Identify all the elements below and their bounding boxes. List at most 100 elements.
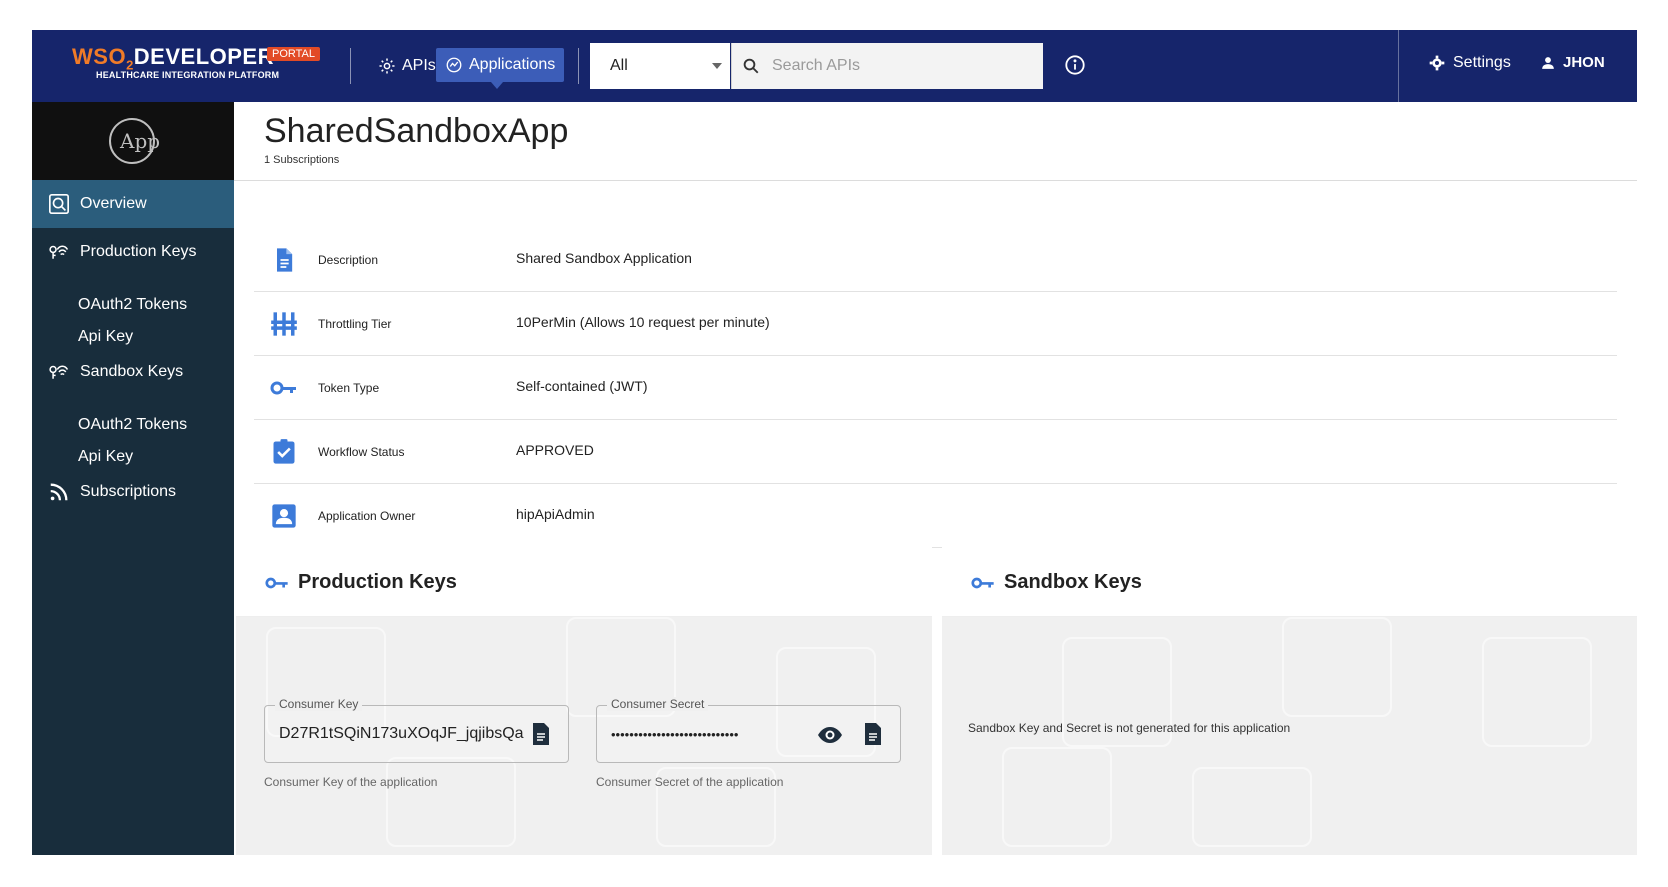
background-decoration — [1192, 767, 1312, 847]
owner-icon — [272, 504, 296, 528]
detail-row-workflow-status: Workflow Status APPROVED — [254, 420, 1617, 484]
brand-badge: PORTAL — [267, 47, 320, 61]
card-body: Consumer Key D27R1tSQiN173uXOqJF_jqjibsQ… — [236, 617, 932, 855]
key-icon — [971, 577, 994, 589]
detail-row-token-type: Token Type Self-contained (JWT) — [254, 356, 1617, 420]
app-logo: App — [109, 118, 160, 164]
consumer-key-value: D27R1tSQiN173uXOqJF_jqjibsQa — [279, 725, 524, 742]
gear-icon — [379, 58, 395, 74]
brand-prefix: WSO — [72, 44, 127, 69]
sidebar-item-production-api-key[interactable]: Api Key — [78, 328, 133, 346]
account-area: Settings JHON — [1398, 30, 1637, 102]
brand-logo[interactable]: WSO2DEVELOPER PORTAL HEALTHCARE INTEGRAT… — [72, 42, 332, 90]
page-title: SharedSandboxApp — [264, 112, 569, 150]
app-logo-text: App — [120, 129, 161, 153]
nav-applications[interactable]: Applications — [436, 48, 565, 89]
consumer-key-field[interactable]: Consumer Key D27R1tSQiN173uXOqJF_jqjibsQ… — [264, 697, 569, 763]
divider — [234, 180, 1637, 181]
detail-label: Application Owner — [318, 509, 416, 523]
background-decoration — [386, 757, 516, 847]
user-icon — [1542, 56, 1554, 69]
sidebar-item-subscriptions[interactable]: Subscriptions — [32, 468, 234, 516]
sidebar-item-label: Sandbox Keys — [80, 363, 184, 380]
divider — [578, 48, 579, 84]
detail-value: Self-contained (JWT) — [516, 378, 648, 394]
detail-row-application-owner: Application Owner hipApiAdmin — [254, 484, 1617, 548]
key-icon — [270, 381, 296, 395]
brand-subtitle: HEALTHCARE INTEGRATION PLATFORM — [96, 70, 280, 80]
nav-apis[interactable]: APIs — [370, 50, 444, 82]
card-title: Sandbox Keys — [1004, 571, 1142, 593]
field-label: Consumer Key — [275, 697, 363, 711]
brand-title: WSO2DEVELOPER — [72, 44, 274, 72]
sandbox-empty-message: Sandbox Key and Secret is not generated … — [968, 721, 1291, 735]
top-bar: WSO2DEVELOPER PORTAL HEALTHCARE INTEGRAT… — [32, 30, 1637, 102]
detail-label: Token Type — [318, 381, 380, 395]
consumer-secret-helper: Consumer Secret of the application — [596, 775, 784, 789]
sidebar-item-label: Subscriptions — [80, 483, 177, 500]
sidebar-item-sandbox-api-key[interactable]: Api Key — [78, 448, 133, 466]
sidebar-item-sandbox-keys[interactable]: Sandbox Keys — [32, 348, 234, 396]
consumer-secret-field[interactable]: Consumer Secret ••••••••••••••••••••••••… — [596, 697, 901, 763]
detail-label: Description — [318, 253, 379, 267]
keys-icon — [49, 245, 69, 259]
background-decoration — [1282, 617, 1392, 717]
sidebar-item-production-keys[interactable]: Production Keys — [32, 228, 234, 276]
settings-label: Settings — [1453, 54, 1511, 71]
app-logo-area: App — [32, 102, 234, 180]
card-header: Production Keys — [236, 545, 932, 617]
detail-value: 10PerMin (Allows 10 request per minute) — [516, 314, 770, 330]
sandbox-keys-card: Sandbox Keys Sandbox Key and Secret is n… — [942, 545, 1637, 855]
subscription-count: 1 Subscriptions — [264, 154, 340, 166]
detail-label: Throttling Tier — [318, 317, 392, 331]
detail-row-description: Description Shared Sandbox Application — [254, 228, 1617, 292]
document-icon — [277, 248, 293, 272]
gear-icon — [1429, 55, 1445, 71]
sidebar-item-label: Production Keys — [80, 243, 197, 260]
overview-icon — [49, 194, 69, 214]
keys-icon — [49, 365, 69, 379]
consumer-secret-value: •••••••••••••••••••••••••••• — [611, 727, 739, 742]
sidebar-item-label: Overview — [80, 195, 147, 212]
eye-icon[interactable] — [817, 726, 843, 744]
background-decoration — [1482, 637, 1592, 747]
applications-icon — [446, 57, 462, 73]
clipboard-check-icon — [273, 439, 295, 464]
detail-row-throttling-tier: Throttling Tier 10PerMin (Allows 10 requ… — [254, 292, 1617, 356]
rss-icon — [50, 483, 68, 501]
app-frame: WSO2DEVELOPER PORTAL HEALTHCARE INTEGRAT… — [32, 30, 1637, 855]
nav-applications-label: Applications — [469, 56, 556, 73]
user-menu-button[interactable]: JHON — [1541, 54, 1605, 71]
search-scope-value: All — [610, 57, 628, 74]
card-body: Sandbox Key and Secret is not generated … — [942, 617, 1637, 855]
production-keys-card: Production Keys Consumer Key D27R1tSQiN1… — [236, 545, 932, 855]
sidebar-item-sandbox-oauth2-tokens[interactable]: OAuth2 Tokens — [78, 416, 187, 434]
divider — [350, 48, 351, 84]
sidebar-item-overview[interactable]: Overview — [32, 180, 234, 228]
nav-apis-label: APIs — [402, 57, 436, 74]
background-decoration — [1002, 747, 1112, 847]
info-icon[interactable] — [1064, 54, 1086, 81]
card-header: Sandbox Keys — [942, 545, 1637, 617]
dropdown-arrow-icon — [712, 63, 722, 69]
search-scope-select[interactable]: All — [590, 43, 730, 89]
user-name: JHON — [1563, 54, 1605, 71]
consumer-key-helper: Consumer Key of the application — [264, 775, 438, 789]
copy-icon[interactable] — [863, 722, 883, 746]
field-label: Consumer Secret — [607, 697, 709, 711]
main-content: SharedSandboxApp 1 Subscriptions Descrip… — [234, 102, 1637, 855]
sidebar-item-production-oauth2-tokens[interactable]: OAuth2 Tokens — [78, 296, 187, 314]
brand-name: DEVELOPER — [133, 44, 274, 69]
detail-value: hipApiAdmin — [516, 506, 595, 522]
search-icon — [743, 58, 759, 74]
settings-button[interactable]: Settings — [1429, 54, 1511, 72]
active-caret — [491, 82, 503, 89]
detail-value: Shared Sandbox Application — [516, 250, 692, 266]
copy-icon[interactable] — [531, 722, 551, 746]
card-title: Production Keys — [298, 571, 457, 593]
search-input[interactable] — [772, 57, 1022, 75]
detail-label: Workflow Status — [318, 445, 405, 459]
search-bar — [731, 43, 1043, 89]
tier-icon — [271, 312, 297, 336]
key-icon — [265, 577, 288, 589]
